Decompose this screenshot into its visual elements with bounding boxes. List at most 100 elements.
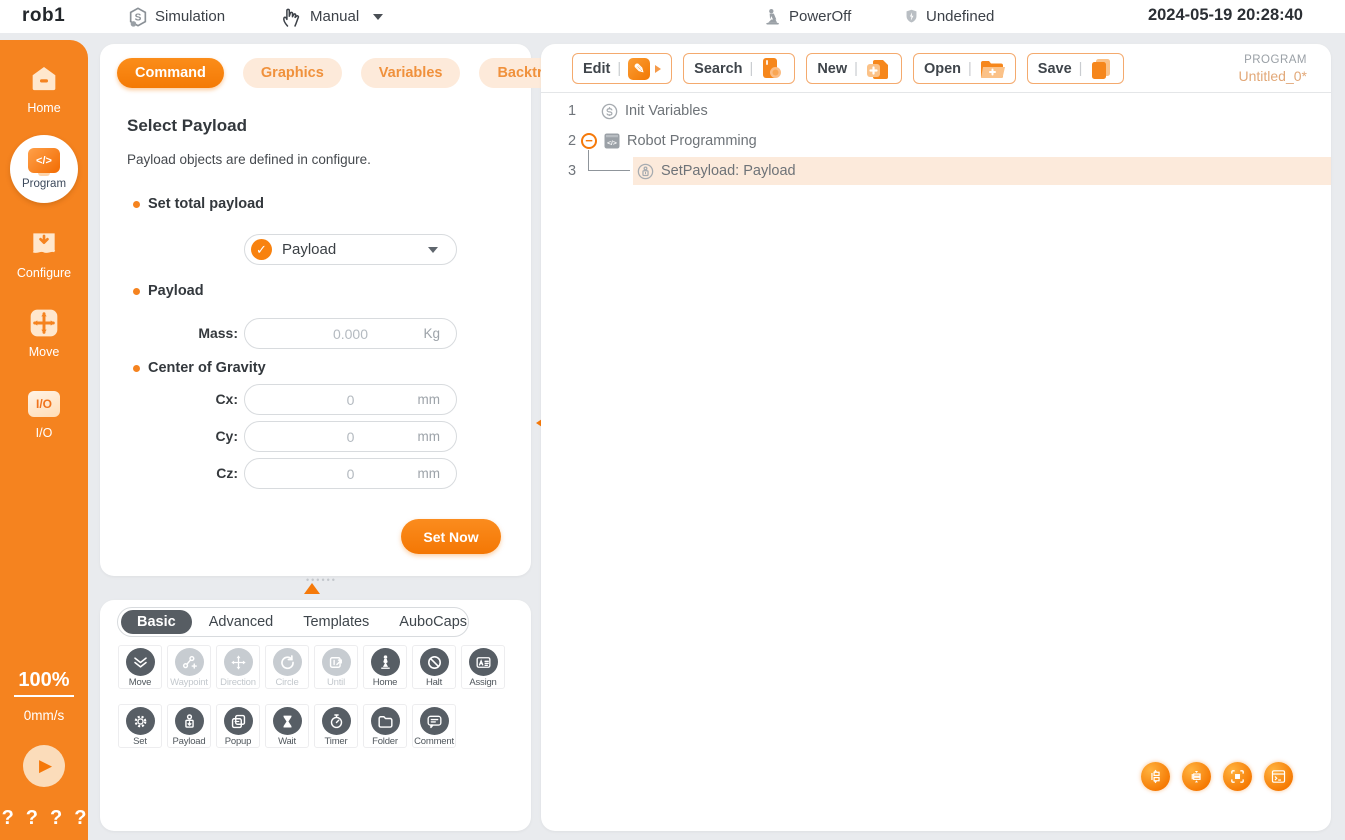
bullet-icon — [133, 201, 140, 208]
robot-icon — [763, 7, 783, 27]
safety-status[interactable]: Undefined — [903, 0, 994, 33]
waypoint-icon — [175, 648, 204, 676]
tab-templates[interactable]: Templates — [290, 611, 382, 633]
cz-label: Cz: — [126, 458, 238, 489]
focus-node-icon[interactable] — [1223, 762, 1252, 791]
sidebar-item-label: I/O — [36, 426, 53, 440]
cmd-until: Until — [314, 645, 358, 689]
power-status[interactable]: PowerOff — [763, 0, 851, 33]
cmd-set[interactable]: Set — [118, 704, 162, 748]
play-icon: ▶ — [39, 756, 52, 776]
tab-command[interactable]: Command — [117, 58, 224, 88]
cmd-timer[interactable]: Timer — [314, 704, 358, 748]
search-button[interactable]: Search| — [683, 53, 795, 84]
cx-unit: mm — [418, 392, 441, 407]
speed-value: 0mm/s — [24, 708, 65, 723]
speed-percent[interactable]: 100% — [14, 669, 73, 697]
command-tabs: Command Graphics Variables Backtrace — [117, 58, 585, 88]
payload-dropdown[interactable]: ✓ Payload — [244, 234, 457, 265]
question-mark[interactable]: ? — [26, 807, 38, 830]
cmd-comment[interactable]: Comment — [412, 704, 456, 748]
tab-basic[interactable]: Basic — [121, 610, 192, 634]
cz-unit: mm — [418, 466, 441, 481]
cy-field-wrap: mm — [244, 421, 457, 452]
submenu-arrow-icon — [655, 65, 661, 73]
section-set-total-payload: Set total payload — [133, 196, 264, 212]
play-button[interactable]: ▶ — [23, 745, 65, 787]
power-label: PowerOff — [789, 8, 851, 25]
tree-row-setpayload[interactable]: 3 SetPayload: Payload — [541, 156, 1331, 186]
circle-icon — [273, 648, 302, 676]
collapse-node-icon[interactable]: − — [581, 133, 597, 149]
simulation-label: Simulation — [155, 8, 225, 25]
command-palette-panel: Basic Advanced Templates AuboCaps Move W… — [100, 600, 531, 831]
cx-label: Cx: — [126, 384, 238, 415]
cmd-halt[interactable]: Halt — [412, 645, 456, 689]
sidebar-item-configure[interactable]: Configure — [17, 227, 71, 280]
hexagon-s-icon: S — [127, 6, 149, 28]
mode-dropdown[interactable]: Manual — [280, 0, 383, 33]
tree-row-init-variables[interactable]: 1 Init Variables — [541, 96, 1331, 126]
new-button[interactable]: New| — [806, 53, 902, 84]
drag-dots: •••••• — [306, 578, 337, 583]
sidebar-item-io[interactable]: I/O I/O — [26, 387, 62, 440]
tree-connector — [588, 150, 589, 171]
open-button[interactable]: Open| — [913, 53, 1016, 84]
cmd-payload[interactable]: Payload — [167, 704, 211, 748]
expand-tree-icon[interactable] — [1141, 762, 1170, 791]
mass-field-wrap: Kg — [244, 318, 457, 349]
section-payload: Payload — [133, 283, 204, 299]
svg-text:S: S — [135, 12, 142, 23]
tree-action-buttons — [1141, 762, 1293, 791]
file-plus-icon — [865, 57, 891, 81]
cx-field-wrap: mm — [244, 384, 457, 415]
palette-row-1: Move Waypoint Direction Circle Until Hom… — [118, 645, 505, 689]
sidebar-item-move[interactable]: Move — [26, 306, 62, 359]
cmd-assign[interactable]: Assign — [461, 645, 505, 689]
documents-icon — [1089, 57, 1113, 81]
halt-icon — [420, 648, 449, 676]
folder-plus-icon — [979, 58, 1005, 80]
bullet-icon — [133, 365, 140, 372]
move-arrows-icon — [26, 306, 62, 340]
cmd-home[interactable]: Home — [363, 645, 407, 689]
configure-book-icon — [26, 227, 62, 261]
tab-graphics[interactable]: Graphics — [243, 58, 342, 88]
tree-row-robot-programming[interactable]: 2 − </> Robot Programming — [541, 126, 1331, 156]
home-icon — [26, 62, 62, 96]
mass-label: Mass: — [126, 318, 238, 349]
save-button[interactable]: Save| — [1027, 53, 1125, 84]
init-variables-icon — [600, 102, 619, 121]
set-now-button[interactable]: Set Now — [401, 519, 501, 554]
cmd-direction: Direction — [216, 645, 260, 689]
question-mark[interactable]: ? — [50, 807, 62, 830]
collapse-tree-icon[interactable] — [1182, 762, 1211, 791]
help-marks: ? ? ? ? — [2, 807, 87, 830]
chevron-down-icon — [373, 14, 383, 20]
tab-variables[interactable]: Variables — [361, 58, 461, 88]
cmd-folder[interactable]: Folder — [363, 704, 407, 748]
cmd-wait[interactable]: Wait — [265, 704, 309, 748]
program-code-icon: </> — [28, 148, 60, 176]
sidebar-item-program[interactable]: </> Program — [10, 135, 78, 203]
payload-dropdown-value: Payload — [282, 241, 336, 258]
clock: 2024-05-19 20:28:40 — [1148, 6, 1303, 25]
horizontal-split-handle[interactable]: •••••• — [288, 578, 337, 594]
script-view-icon[interactable] — [1264, 762, 1293, 791]
gear-icon — [126, 707, 155, 735]
cy-unit: mm — [418, 429, 441, 444]
sidebar-item-label: Configure — [17, 266, 71, 280]
sidebar-item-home[interactable]: Home — [26, 62, 62, 115]
robot-programming-icon: </> — [603, 132, 621, 150]
question-mark[interactable]: ? — [74, 807, 86, 830]
question-mark[interactable]: ? — [2, 807, 14, 830]
simulation-status[interactable]: S Simulation — [127, 0, 225, 33]
cmd-popup[interactable]: Popup — [216, 704, 260, 748]
edit-button[interactable]: Edit| ✎ — [572, 53, 672, 84]
bullet-icon — [133, 288, 140, 295]
tab-aubocaps[interactable]: AuboCaps — [386, 611, 480, 633]
cmd-move[interactable]: Move — [118, 645, 162, 689]
sidebar-nav: Home </> Program Configure Move I/O I/O … — [0, 40, 88, 840]
cmd-waypoint: Waypoint — [167, 645, 211, 689]
tab-advanced[interactable]: Advanced — [196, 611, 287, 633]
